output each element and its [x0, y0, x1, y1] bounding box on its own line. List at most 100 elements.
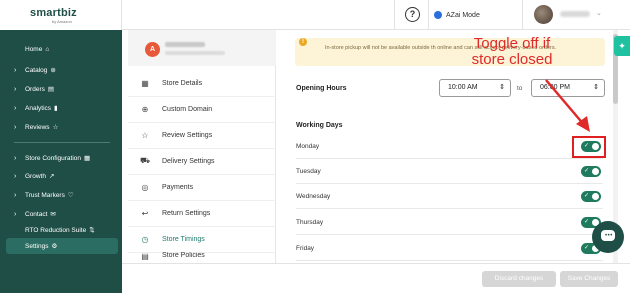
store-header[interactable]: A — [128, 30, 276, 66]
help-icon[interactable]: ? — [405, 7, 420, 22]
spinner-icon: ⇕ — [593, 84, 599, 91]
to-label: to — [517, 85, 523, 92]
day-label: Tuesday — [296, 167, 321, 175]
user-name-blurred[interactable] — [560, 11, 590, 17]
sidebar-item-label: RTO Reduction Suite — [25, 226, 87, 234]
annotation-highlight-box — [572, 136, 606, 158]
menu-item-delivery-settings[interactable]: ⛟ Delivery Settings — [128, 148, 276, 175]
store-avatar: A — [145, 42, 160, 57]
globe-icon: ⊕ — [141, 104, 149, 114]
sidebar-item-growth[interactable]: › Growth ↗ — [14, 172, 55, 181]
menu-item-store-timings[interactable]: ◷ Store Timings — [128, 226, 276, 253]
menu-item-store-policies[interactable]: ▤ Store Policies — [128, 252, 276, 263]
sidebar-item-label: Store Configuration — [25, 154, 82, 162]
opening-time-select[interactable]: 10:00 AM ⇕ — [439, 79, 511, 97]
day-row-tuesday: Tuesday ✓ — [296, 159, 603, 184]
store-icon: ▦ — [84, 155, 91, 162]
sidebar-item-home[interactable]: Home ⌂ — [14, 46, 49, 53]
menu-item-custom-domain[interactable]: ⊕ Custom Domain — [128, 96, 276, 123]
menu-item-payments[interactable]: ◎ Payments — [128, 174, 276, 201]
sidebar: Home ⌂ › Catalog ⊛ › Orders ▤ › Analytic… — [0, 30, 122, 293]
brand-logo: smartbiz — [30, 7, 77, 19]
user-avatar[interactable] — [534, 5, 553, 24]
brand-tagline: by Amazon — [52, 19, 72, 24]
store-name-blurred — [165, 42, 205, 47]
gear-icon: ⚙ — [51, 243, 58, 250]
topbar-divider — [522, 0, 523, 30]
chevron-right-icon: › — [14, 154, 17, 162]
sparkle-icon[interactable]: ✦ — [614, 36, 630, 56]
sidebar-divider — [14, 142, 110, 143]
menu-item-label: Custom Domain — [162, 105, 213, 113]
sidebar-item-label: Contact — [25, 210, 48, 218]
sidebar-item-orders[interactable]: › Orders ▤ — [14, 85, 55, 94]
working-days-title: Working Days — [296, 122, 343, 129]
check-icon: ✓ — [584, 192, 590, 199]
sidebar-item-label: Growth — [25, 172, 46, 180]
menu-item-label: Review Settings — [162, 131, 213, 139]
growth-icon: ↗ — [48, 173, 55, 180]
day-label: Wednesday — [296, 192, 331, 200]
day-row-friday: Friday ✓ — [296, 236, 603, 261]
chevron-right-icon: › — [14, 66, 17, 74]
day-label: Friday — [296, 244, 315, 252]
star-icon: ☆ — [52, 124, 59, 131]
chat-support-button[interactable]: ••• — [592, 221, 624, 253]
discard-changes-button[interactable]: Discard changes — [482, 271, 556, 287]
closing-time-value: 06:00 PM — [540, 84, 570, 91]
truck-icon: ⛟ — [139, 156, 151, 165]
closing-time-select[interactable]: 06:00 PM ⇕ — [531, 79, 605, 97]
orders-icon: ▤ — [47, 86, 55, 93]
save-changes-button[interactable]: Save Changes — [560, 271, 618, 287]
check-icon: ✓ — [584, 244, 590, 251]
menu-item-label: Return Settings — [162, 209, 211, 217]
azai-mode-button[interactable]: AZai Mode — [434, 8, 480, 22]
day-row-thursday: Thursday ✓ — [296, 210, 603, 235]
sidebar-item-rto-reduction-suite[interactable]: RTO Reduction Suite ⇅ — [14, 226, 95, 235]
azai-icon — [434, 11, 442, 19]
sidebar-item-settings[interactable]: Settings ⚙ — [14, 242, 58, 251]
sidebar-item-store-configuration[interactable]: › Store Configuration ▦ — [14, 154, 91, 163]
sidebar-item-label: Catalog — [25, 66, 48, 74]
star-icon: ☆ — [141, 130, 149, 140]
topbar-divider — [394, 0, 395, 30]
menu-item-label: Store Details — [162, 79, 203, 87]
sidebar-item-label: Trust Markers — [25, 191, 65, 199]
payments-icon: ◎ — [141, 182, 149, 192]
chevron-right-icon: › — [14, 104, 17, 112]
annotation-line: Toggle off if — [473, 35, 551, 52]
sidebar-item-trust-markers[interactable]: › Trust Markers ♡ — [14, 191, 74, 200]
day-row-monday: Monday ✓ — [296, 134, 603, 159]
day-label: Monday — [296, 142, 320, 150]
sidebar-item-catalog[interactable]: › Catalog ⊛ — [14, 66, 56, 75]
chevron-down-icon[interactable]: ⌄ — [596, 9, 602, 17]
rto-icon: ⇅ — [89, 227, 95, 234]
tuesday-toggle[interactable]: ✓ — [581, 165, 601, 177]
store-details-icon: ▦ — [141, 78, 149, 88]
wednesday-toggle[interactable]: ✓ — [581, 190, 601, 202]
menu-item-return-settings[interactable]: ↩ Return Settings — [128, 200, 276, 227]
azai-label: AZai Mode — [446, 11, 480, 19]
chevron-right-icon: › — [14, 191, 17, 199]
menu-item-store-details[interactable]: ▦ Store Details — [128, 70, 276, 97]
menu-item-label: Delivery Settings — [162, 157, 215, 165]
policy-icon: ▤ — [141, 252, 149, 261]
sidebar-item-label: Settings — [25, 242, 49, 250]
sidebar-item-analytics[interactable]: › Analytics ▮ — [14, 104, 58, 113]
opening-hours-label: Opening Hours — [296, 85, 347, 92]
sidebar-item-contact[interactable]: › Contact ✉ — [14, 210, 56, 219]
menu-item-label: Payments — [162, 183, 194, 191]
sidebar-item-reviews[interactable]: › Reviews ☆ — [14, 123, 59, 132]
sidebar-item-label: Reviews — [25, 123, 50, 131]
menu-item-review-settings[interactable]: ☆ Review Settings — [128, 122, 276, 149]
spinner-icon: ⇕ — [499, 84, 505, 91]
settings-menu-panel: A ▦ Store Details ⊕ Custom Domain ☆ Revi… — [128, 30, 276, 263]
sidebar-item-label: Orders — [25, 85, 45, 93]
chat-icon: ••• — [605, 233, 613, 239]
logo-area[interactable]: smartbiz by Amazon — [0, 0, 122, 30]
menu-item-label: Store Timings — [162, 235, 205, 243]
footer-bar: Discard changes Save Changes — [122, 263, 630, 293]
catalog-icon: ⊛ — [50, 67, 56, 74]
check-icon: ✓ — [584, 218, 590, 225]
chat-icon: ✉ — [50, 211, 56, 218]
